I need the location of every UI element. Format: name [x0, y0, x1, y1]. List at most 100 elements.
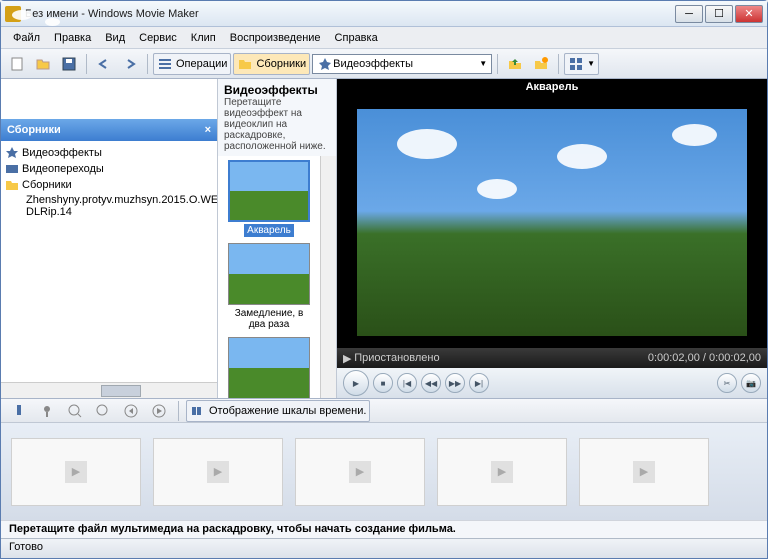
preview-pane: Акварель ▶ Приостановлено 0:00:02,00 / 0…: [337, 79, 767, 398]
effect-thumbnail: [228, 160, 310, 222]
timeline-rewind-button[interactable]: [119, 400, 143, 422]
undo-icon: [96, 56, 112, 72]
maximize-button[interactable]: ☐: [705, 5, 733, 23]
workspace: Сборники× Видеоэффекты Видеопереходы Сбо…: [1, 79, 767, 398]
mic-icon: [39, 403, 55, 419]
snapshot-button[interactable]: 📷: [741, 373, 761, 393]
timeline-controls: Отображение шкалы времени.: [1, 399, 767, 423]
marker-icon: [11, 403, 27, 419]
play-icon: ▶: [633, 461, 655, 483]
storyboard-clip[interactable]: ▶: [153, 438, 283, 506]
close-button[interactable]: ✕: [735, 5, 763, 23]
split-button[interactable]: ✂: [717, 373, 737, 393]
zoom-out-icon: [95, 403, 111, 419]
new-button[interactable]: [5, 53, 29, 75]
up-folder-button[interactable]: [503, 53, 527, 75]
effects-dropdown[interactable]: Видеоэффекты▼: [312, 54, 492, 74]
storyboard-clip[interactable]: ▶: [579, 438, 709, 506]
menu-clip[interactable]: Клип: [185, 30, 222, 46]
tree-item-transitions[interactable]: Видеопереходы: [5, 161, 213, 177]
next-button[interactable]: ▶|: [469, 373, 489, 393]
folder-open-icon: [35, 56, 51, 72]
storyboard-clip[interactable]: ▶: [437, 438, 567, 506]
star-icon: [5, 146, 19, 160]
grid-icon: [568, 56, 584, 72]
new-folder-button[interactable]: [529, 53, 553, 75]
preview-time: 0:00:02,00 / 0:00:02,00: [648, 352, 761, 364]
rewind-button[interactable]: ◀◀: [421, 373, 441, 393]
effects-pane: Видеоэффекты Перетащите видеоэффект на в…: [217, 79, 337, 398]
preview-video: [337, 97, 767, 348]
tree-item-file[interactable]: Zhenshyny.protyv.muzhsyn.2015.O.WEB-DLRi…: [5, 193, 213, 219]
star-icon: [317, 56, 333, 72]
minimize-button[interactable]: ─: [675, 5, 703, 23]
preview-image: [357, 109, 747, 336]
effect-item[interactable]: [224, 337, 314, 398]
timeline-hint: Перетащите файл мультимедиа на раскадров…: [1, 520, 767, 538]
preview-title: Акварель: [337, 79, 767, 97]
play-button[interactable]: ▶: [343, 370, 369, 396]
storyboard-icon: [190, 403, 206, 419]
timeline-play-button[interactable]: [147, 400, 171, 422]
effect-thumbnail: [228, 243, 310, 305]
forward-button[interactable]: ▶▶: [445, 373, 465, 393]
timeline-narrate-button[interactable]: [35, 400, 59, 422]
sidebar-hscroll[interactable]: [1, 382, 217, 398]
sidebar-close-icon[interactable]: ×: [205, 124, 211, 136]
folder-new-icon: [533, 56, 549, 72]
statusbar: Готово: [1, 538, 767, 558]
view-button[interactable]: ▼: [564, 53, 599, 75]
list-icon: [157, 56, 173, 72]
storyboard-track[interactable]: ▶ ▶ ▶ ▶ ▶: [1, 423, 767, 520]
open-button[interactable]: [31, 53, 55, 75]
preview-status: ▶ Приостановлено 0:00:02,00 / 0:00:02,00: [337, 348, 767, 368]
save-button[interactable]: [57, 53, 81, 75]
film-icon: [5, 162, 19, 176]
effects-vscroll[interactable]: [320, 156, 336, 398]
window-title: Без имени - Windows Movie Maker: [25, 8, 673, 20]
menu-view[interactable]: Вид: [99, 30, 131, 46]
document-icon: [9, 56, 25, 72]
save-icon: [61, 56, 77, 72]
effect-thumbnail: [228, 337, 310, 398]
folder-icon: [237, 56, 253, 72]
titlebar: Без имени - Windows Movie Maker ─ ☐ ✕: [1, 1, 767, 27]
effect-item-slowdown[interactable]: Замедление, в два раза: [224, 243, 314, 331]
collections-button[interactable]: Сборники: [233, 53, 310, 75]
status-icon: ▶: [343, 352, 351, 365]
operations-button[interactable]: Операции: [153, 53, 231, 75]
chevron-down-icon: ▼: [479, 59, 487, 68]
storyboard-clip[interactable]: ▶: [295, 438, 425, 506]
timeline: Отображение шкалы времени. ▶ ▶ ▶ ▶ ▶ Пер…: [1, 398, 767, 538]
zoom-in-button[interactable]: [63, 400, 87, 422]
tree-item-effects[interactable]: Видеоэффекты: [5, 145, 213, 161]
effect-item-watercolor[interactable]: Акварель: [224, 160, 314, 237]
undo-button[interactable]: [92, 53, 116, 75]
menu-service[interactable]: Сервис: [133, 30, 183, 46]
zoom-in-icon: [67, 403, 83, 419]
effects-list: Акварель Замедление, в два раза: [218, 156, 320, 398]
stop-button[interactable]: ■: [373, 373, 393, 393]
play-icon: ▶: [65, 461, 87, 483]
menu-edit[interactable]: Правка: [48, 30, 97, 46]
menu-help[interactable]: Справка: [329, 30, 384, 46]
collections-sidebar: Сборники× Видеоэффекты Видеопереходы Сбо…: [1, 79, 217, 398]
play-icon: ▶: [349, 461, 371, 483]
timeline-toggle-button[interactable]: Отображение шкалы времени.: [186, 400, 370, 422]
play-icon: ▶: [491, 461, 513, 483]
play-circle-icon: [151, 403, 167, 419]
sidebar-header: Сборники×: [1, 119, 217, 141]
timeline-marker-button[interactable]: [7, 400, 31, 422]
menubar: Файл Правка Вид Сервис Клип Воспроизведе…: [1, 27, 767, 49]
redo-button[interactable]: [118, 53, 142, 75]
tree-item-collections[interactable]: Сборники: [5, 177, 213, 193]
redo-icon: [122, 56, 138, 72]
storyboard-clip[interactable]: ▶: [11, 438, 141, 506]
prev-button[interactable]: |◀: [397, 373, 417, 393]
zoom-out-button[interactable]: [91, 400, 115, 422]
folder-up-icon: [507, 56, 523, 72]
menu-play[interactable]: Воспроизведение: [224, 30, 327, 46]
menu-file[interactable]: Файл: [7, 30, 46, 46]
collections-tree: Видеоэффекты Видеопереходы Сборники Zhen…: [1, 141, 217, 382]
folder-icon: [5, 178, 19, 192]
